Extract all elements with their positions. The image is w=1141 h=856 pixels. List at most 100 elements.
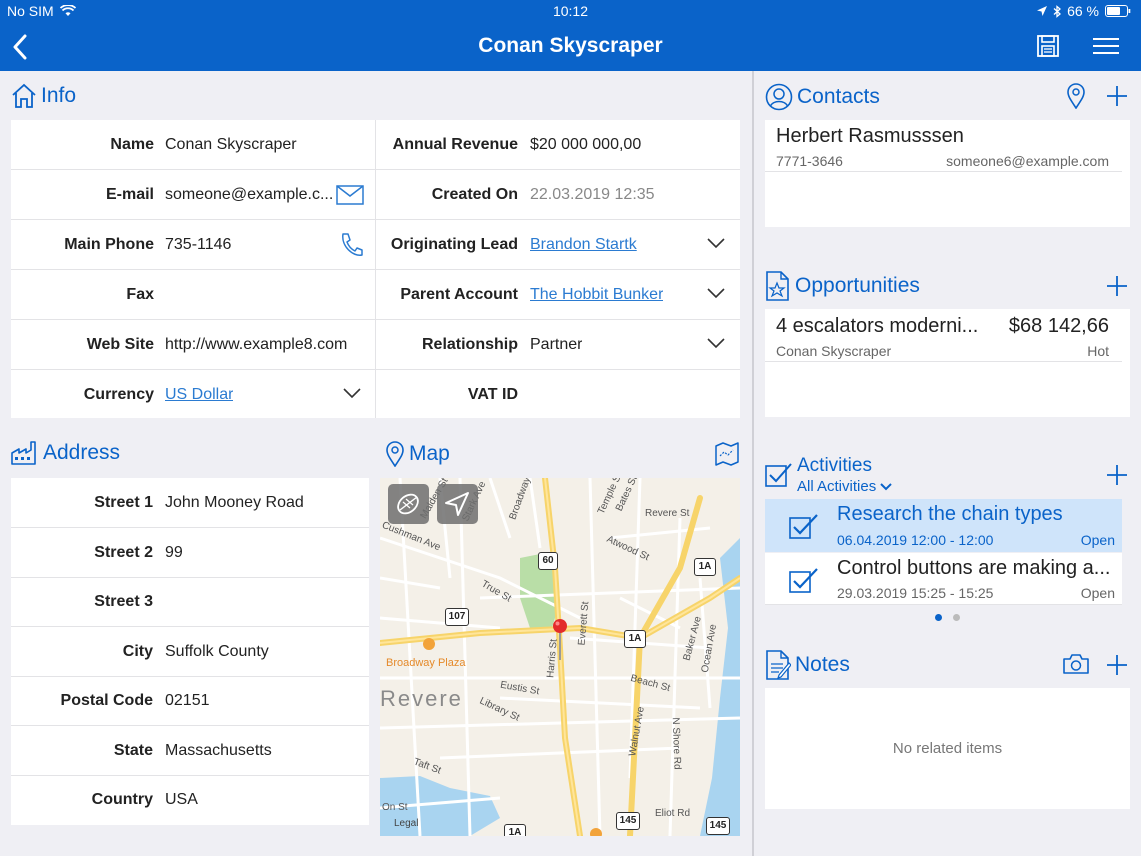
activity-item[interactable]: Control buttons are making a... 29.03.20… <box>765 553 1122 605</box>
field-value[interactable]: 02151 <box>165 692 210 710</box>
chevron-down-icon[interactable] <box>707 238 725 249</box>
field-value[interactable]: 99 <box>165 544 183 562</box>
field-value[interactable]: Brandon Startk <box>530 236 637 254</box>
legal-link[interactable]: Legal <box>394 818 418 829</box>
save-icon <box>1037 35 1059 57</box>
menu-button[interactable] <box>1093 38 1119 54</box>
contacts-card: Herbert Rasmusssen 7771-3646 someone6@ex… <box>765 120 1130 227</box>
contact-phone: 7771-3646 <box>776 153 843 169</box>
field-name: Name Conan Skyscraper <box>11 120 375 170</box>
field-city: City Suffolk County <box>11 627 369 677</box>
map-pin-icon <box>1066 83 1086 109</box>
map-view[interactable]: Cushman Ave Revere St Atwood St True St … <box>380 478 740 836</box>
email-icon[interactable] <box>336 185 364 205</box>
field-value[interactable]: someone@example.c... <box>165 186 335 204</box>
field-label: Annual Revenue <box>393 136 518 154</box>
page-dot[interactable] <box>953 614 960 621</box>
field-value[interactable]: Suffolk County <box>165 643 269 661</box>
field-label: Fax <box>126 286 154 304</box>
location-pin[interactable] <box>552 618 568 662</box>
route-shield: 145 <box>706 817 730 835</box>
field-value[interactable]: 735-1146 <box>165 236 231 254</box>
notes-empty-text: No related items <box>765 740 1130 757</box>
route-shield: 60 <box>538 552 558 570</box>
chevron-down-icon[interactable] <box>707 338 725 349</box>
note-icon <box>765 650 791 680</box>
task-icon <box>789 512 819 540</box>
info-title: Info <box>41 84 76 108</box>
notes-title: Notes <box>795 653 850 677</box>
activity-subject: Research the chain types <box>837 503 1063 526</box>
chevron-down-icon[interactable] <box>343 388 361 399</box>
field-label: Created On <box>432 186 518 204</box>
opportunities-section-header: Opportunities <box>765 271 920 301</box>
field-label: City <box>123 643 153 661</box>
contacts-title: Contacts <box>797 85 880 109</box>
field-vat-id: VAT ID <box>376 370 740 420</box>
route-shield: 145 <box>616 812 640 830</box>
opportunities-title: Opportunities <box>795 274 920 298</box>
field-label: State <box>114 742 153 760</box>
field-relationship[interactable]: Relationship Partner <box>376 320 740 370</box>
phone-icon[interactable] <box>339 232 363 258</box>
add-contact-button[interactable] <box>1107 86 1127 106</box>
page-dot-active[interactable] <box>935 614 942 621</box>
activity-status: Open <box>1081 585 1115 601</box>
field-value[interactable]: Partner <box>530 336 582 354</box>
activity-date: 29.03.2019 15:25 - 15:25 <box>837 585 993 601</box>
chevron-down-icon[interactable] <box>707 288 725 299</box>
poi-icon[interactable] <box>590 828 602 836</box>
activity-item[interactable]: Research the chain types 06.04.2019 12:0… <box>765 499 1122 552</box>
field-value[interactable]: US Dollar <box>165 386 233 404</box>
field-value[interactable]: USA <box>165 791 198 809</box>
field-label: Country <box>92 791 153 809</box>
address-section-header: Address <box>11 441 120 465</box>
field-value[interactable]: John Mooney Road <box>165 494 304 512</box>
plus-icon <box>1107 465 1127 485</box>
checkbox-icon <box>765 461 793 489</box>
field-created-on: Created On 22.03.2019 12:35 <box>376 170 740 220</box>
contacts-map-button[interactable] <box>1066 83 1086 109</box>
contact-item[interactable]: Herbert Rasmusssen 7771-3646 someone6@ex… <box>765 120 1122 172</box>
field-label: Street 3 <box>94 593 153 611</box>
street-label: On St <box>382 802 408 813</box>
add-photo-button[interactable] <box>1063 654 1089 674</box>
locate-me-button[interactable] <box>437 484 478 524</box>
map-style-button[interactable] <box>388 484 429 524</box>
camera-icon <box>1063 654 1089 674</box>
field-value[interactable]: Conan Skyscraper <box>165 136 297 154</box>
add-note-button[interactable] <box>1107 655 1127 675</box>
clock: 10:12 <box>0 3 1141 19</box>
opportunity-name: 4 escalators moderni... <box>776 315 996 338</box>
street-label: Eliot Rd <box>655 808 690 819</box>
field-main-phone: Main Phone 735-1146 <box>11 220 375 270</box>
info-right-column: Annual Revenue $20 000 000,00 Created On… <box>376 120 740 418</box>
field-value[interactable]: http://www.example8.com <box>165 336 347 354</box>
address-card: Street 1 John Mooney Road Street 2 99 St… <box>11 478 369 825</box>
field-parent-account[interactable]: Parent Account The Hobbit Bunker <box>376 270 740 320</box>
info-left-column: Name Conan Skyscraper E-mail someone@exa… <box>11 120 375 418</box>
field-value[interactable]: The Hobbit Bunker <box>530 286 663 304</box>
field-label: Postal Code <box>61 692 153 710</box>
battery-icon <box>1105 5 1131 17</box>
activities-filter[interactable]: All Activities <box>797 478 892 495</box>
contact-name: Herbert Rasmusssen <box>776 125 964 148</box>
city-label: Revere <box>380 686 463 712</box>
field-originating-lead[interactable]: Originating Lead Brandon Startk <box>376 220 740 270</box>
open-map-button[interactable] <box>715 442 739 466</box>
contact-email: someone6@example.com <box>946 153 1109 169</box>
field-currency[interactable]: Currency US Dollar <box>11 370 375 420</box>
field-value[interactable]: $20 000 000,00 <box>530 136 641 154</box>
add-activity-button[interactable] <box>1107 465 1127 485</box>
field-label: Currency <box>84 386 154 404</box>
plus-icon <box>1107 655 1127 675</box>
shopping-poi-icon[interactable] <box>423 638 435 650</box>
add-opportunity-button[interactable] <box>1107 276 1127 296</box>
field-country: Country USA <box>11 775 369 825</box>
opportunity-item[interactable]: 4 escalators moderni... $68 142,66 Conan… <box>765 309 1122 362</box>
field-value[interactable]: Massachusetts <box>165 742 272 760</box>
save-button[interactable] <box>1037 35 1059 57</box>
hamburger-icon <box>1093 38 1119 54</box>
plus-icon <box>1107 86 1127 106</box>
activities-title: Activities <box>797 455 892 477</box>
